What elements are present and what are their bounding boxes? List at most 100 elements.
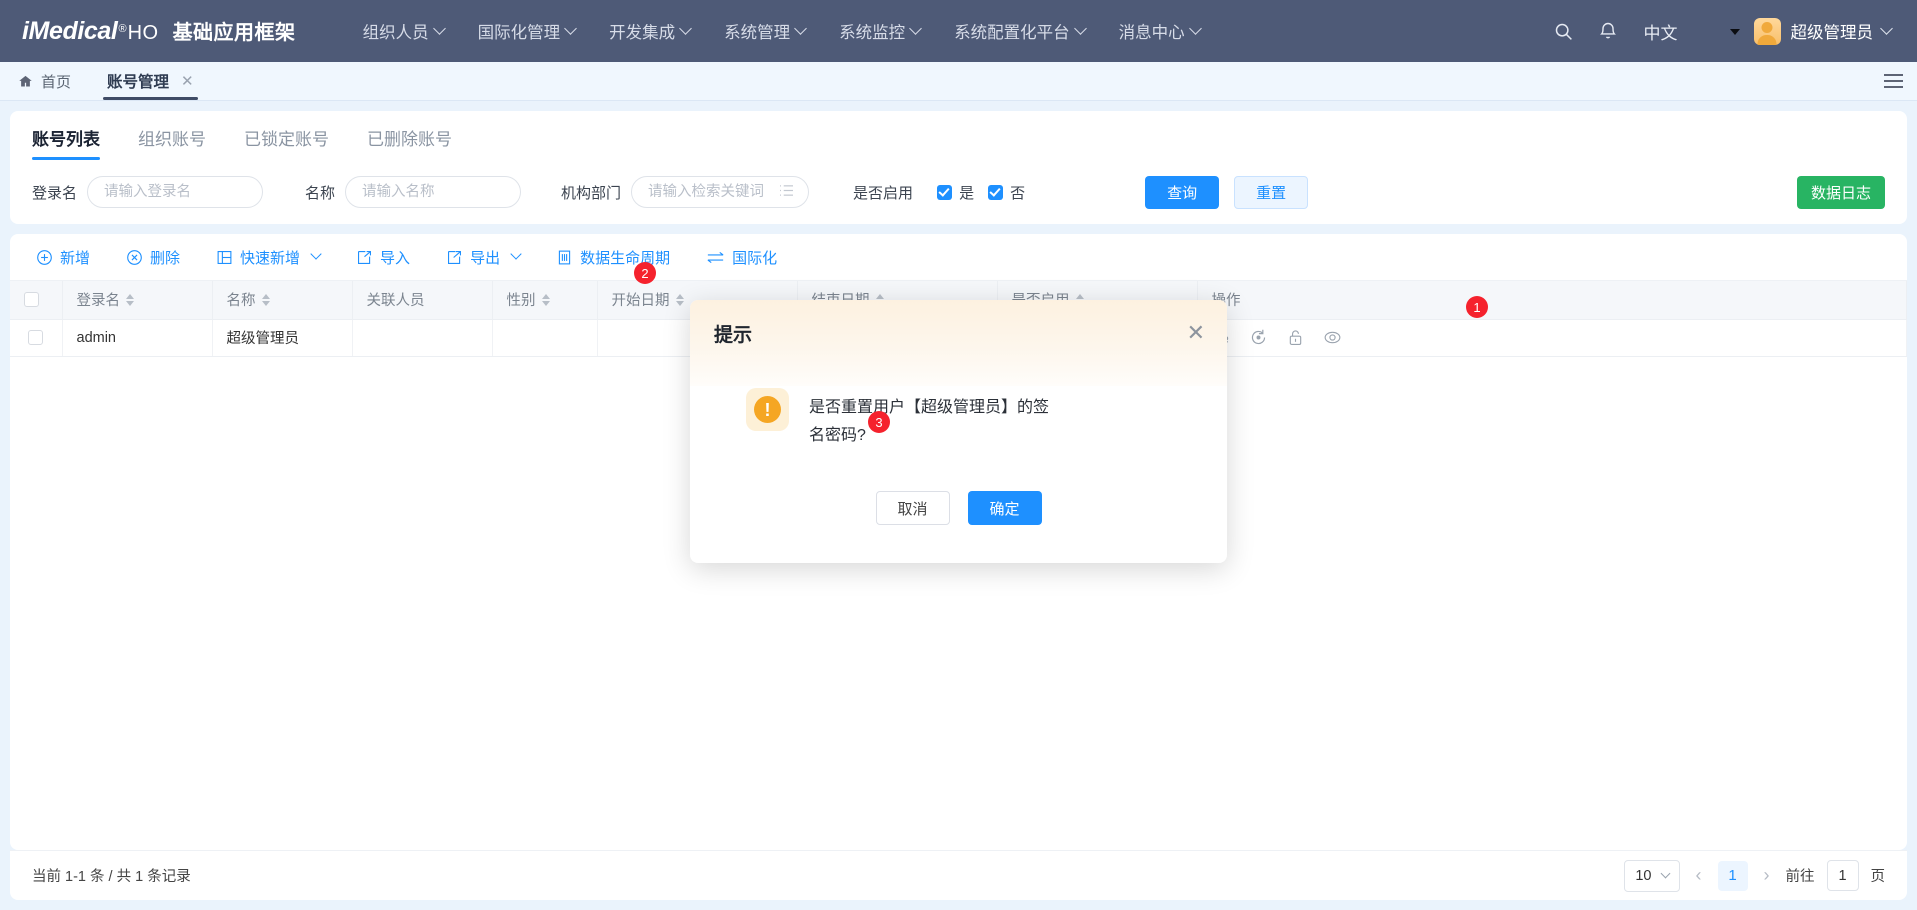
dialog-message: 是否重置用户【超级管理员】的签名密码? <box>809 388 1064 449</box>
nav-item-sysmgmt[interactable]: 系统管理 <box>707 0 822 62</box>
col-gender[interactable]: 性别 <box>492 281 597 319</box>
top-header: iMedical®HO 基础应用框架 组织人员 国际化管理 开发集成 系统管理 … <box>0 0 1917 62</box>
user-name: 超级管理员 <box>1791 19 1874 43</box>
home-icon <box>18 74 33 89</box>
department-input[interactable] <box>646 183 773 201</box>
quick-add-button[interactable]: 快速新增 <box>216 247 320 268</box>
home-tab[interactable]: 首页 <box>0 62 91 100</box>
tab-account-management[interactable]: 账号管理 ✕ <box>91 62 210 100</box>
prev-page-button[interactable]: ‹ <box>1692 865 1706 886</box>
nav-item-sysmonitor[interactable]: 系统监控 <box>822 0 937 62</box>
page-unit-label: 页 <box>1871 865 1886 886</box>
checkbox-checked-icon <box>937 185 952 200</box>
brand-ho: HO <box>128 22 159 45</box>
close-icon[interactable]: ✕ <box>1187 322 1205 344</box>
brand-registered: ® <box>118 23 126 35</box>
data-lifecycle-button[interactable]: 数据生命周期 <box>556 247 670 268</box>
reset-signature-icon[interactable] <box>1249 328 1268 347</box>
enabled-no-label: 否 <box>1010 182 1025 203</box>
row-checkbox[interactable] <box>28 330 43 345</box>
data-log-button[interactable]: 数据日志 <box>1797 176 1885 209</box>
page-size-select[interactable]: 10 <box>1624 860 1679 892</box>
name-input-wrap[interactable] <box>345 176 521 208</box>
subtab-label: 组织账号 <box>138 130 206 149</box>
department-input-wrap[interactable] <box>631 176 809 208</box>
chevron-down-icon <box>1074 22 1087 35</box>
toolbar-label: 导出 <box>470 247 500 268</box>
toolbar-label: 新增 <box>60 247 90 268</box>
export-button[interactable]: 导出 <box>446 247 520 268</box>
name-input[interactable] <box>360 183 506 201</box>
nav-item-i18n[interactable]: 国际化管理 <box>461 0 593 62</box>
next-page-button[interactable]: › <box>1760 865 1774 886</box>
login-name-input-wrap[interactable] <box>87 176 263 208</box>
col-login[interactable]: 登录名 <box>62 281 212 319</box>
filter-login-name: 登录名 <box>32 176 263 208</box>
page-number-1[interactable]: 1 <box>1718 861 1748 891</box>
confirm-button[interactable]: 确定 <box>968 491 1042 525</box>
sort-icon[interactable] <box>262 294 270 306</box>
import-button[interactable]: 导入 <box>356 247 410 268</box>
chevron-down-icon <box>564 22 577 35</box>
toolbar-label: 快速新增 <box>240 247 300 268</box>
brand-subtitle: 基础应用框架 <box>173 16 296 45</box>
col-label: 关联人员 <box>367 293 425 309</box>
filter-name: 名称 <box>305 176 521 208</box>
tab-menu-icon[interactable] <box>1869 62 1917 100</box>
login-name-input[interactable] <box>102 183 248 201</box>
subtab-org-account[interactable]: 组织账号 <box>138 125 206 160</box>
language-caret-icon[interactable] <box>1730 29 1740 35</box>
nav-item-dev[interactable]: 开发集成 <box>592 0 707 62</box>
add-button[interactable]: 新增 <box>36 247 90 268</box>
chevron-down-icon <box>1660 869 1670 879</box>
goto-page-input[interactable]: 1 <box>1827 860 1859 891</box>
enabled-yes-label: 是 <box>959 182 974 203</box>
i18n-button[interactable]: 国际化 <box>706 247 777 268</box>
subtab-deleted-account[interactable]: 已删除账号 <box>367 125 452 160</box>
subtab-locked-account[interactable]: 已锁定账号 <box>244 125 329 160</box>
sort-icon[interactable] <box>542 294 550 306</box>
col-label: 登录名 <box>77 293 121 309</box>
col-name[interactable]: 名称 <box>212 281 352 319</box>
language-selector[interactable]: 中文 <box>1630 19 1688 44</box>
annotation-badge-3: 3 <box>868 411 890 433</box>
unlock-icon[interactable] <box>1286 328 1305 347</box>
delete-button[interactable]: 删除 <box>126 247 180 268</box>
confirm-dialog: 提示 ✕ ! 是否重置用户【超级管理员】的签名密码? 取消 确定 <box>690 300 1227 563</box>
nav-label: 开发集成 <box>609 19 675 43</box>
table-add-icon <box>216 249 233 266</box>
avatar[interactable] <box>1754 18 1781 45</box>
list-select-icon[interactable] <box>779 184 794 200</box>
enabled-yes-checkbox[interactable]: 是 <box>937 182 974 203</box>
nav-item-message[interactable]: 消息中心 <box>1102 0 1217 62</box>
dialog-title: 提示 <box>714 320 752 347</box>
sort-icon[interactable] <box>676 294 684 306</box>
bell-icon[interactable] <box>1586 0 1630 62</box>
nav-item-org[interactable]: 组织人员 <box>346 0 461 62</box>
nav-label: 消息中心 <box>1119 19 1185 43</box>
page-size-value: 10 <box>1635 868 1651 884</box>
header-right-tools: 中文 超级管理员 <box>1542 0 1896 62</box>
view-icon[interactable] <box>1323 328 1342 347</box>
filter-department: 机构部门 <box>561 176 809 208</box>
goto-label: 前往 <box>1786 865 1815 886</box>
search-button[interactable]: 查询 <box>1145 176 1219 209</box>
user-menu-chevron-icon[interactable] <box>1880 22 1893 35</box>
home-tab-label: 首页 <box>41 71 71 92</box>
chevron-down-icon <box>794 22 807 35</box>
filter-enabled-label: 是否启用 <box>853 182 913 203</box>
sort-icon[interactable] <box>126 294 134 306</box>
enabled-no-checkbox[interactable]: 否 <box>988 182 1025 203</box>
lifecycle-icon <box>556 249 573 266</box>
nav-item-sysconfig[interactable]: 系统配置化平台 <box>937 0 1102 62</box>
chevron-down-icon <box>510 248 521 259</box>
app-root: iMedical®HO 基础应用框架 组织人员 国际化管理 开发集成 系统管理 … <box>0 0 1917 910</box>
search-icon[interactable] <box>1542 0 1586 62</box>
cancel-button[interactable]: 取消 <box>876 491 950 525</box>
close-icon[interactable]: ✕ <box>181 72 194 90</box>
subtab-account-list[interactable]: 账号列表 <box>32 125 100 160</box>
annotation-badge-1: 1 <box>1466 296 1488 318</box>
reset-button[interactable]: 重置 <box>1234 176 1308 209</box>
select-all-checkbox[interactable] <box>24 292 39 307</box>
col-operations: 操作 <box>1197 281 1907 319</box>
